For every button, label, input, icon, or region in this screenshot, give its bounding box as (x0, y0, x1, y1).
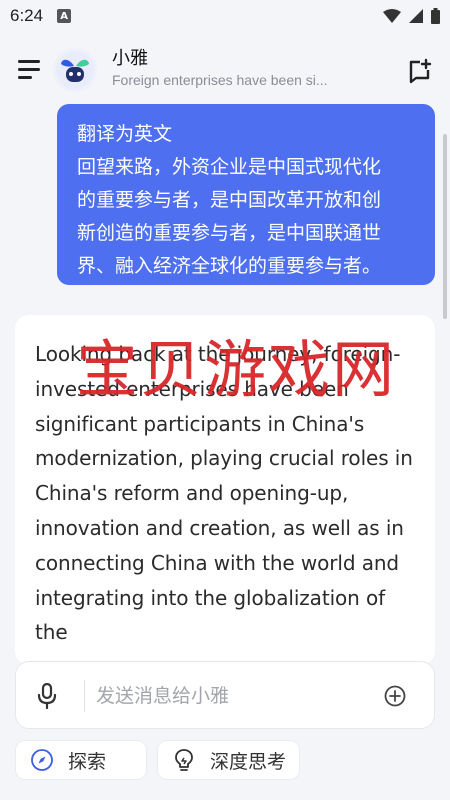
signal-icon (409, 9, 423, 23)
user-message-bubble[interactable]: 翻译为英文 回望来路，外资企业是中国式现代化 的重要参与者，是中国改革开放和创 … (57, 104, 435, 285)
chat-title: 小雅 (112, 48, 148, 69)
bot-avatar[interactable] (53, 48, 97, 92)
deep-think-button[interactable]: 深度思考 (157, 740, 300, 780)
message-input[interactable] (96, 680, 376, 712)
new-chat-icon[interactable] (406, 58, 432, 84)
menu-icon[interactable] (18, 60, 42, 80)
chat-scrollbar[interactable] (443, 134, 447, 319)
chat-screen: 6:24 A 小雅 Foreign enterprises have been … (0, 0, 450, 800)
lightbulb-icon (175, 749, 193, 771)
compass-icon (31, 749, 53, 771)
microphone-icon[interactable] (36, 683, 58, 709)
reply-line: significant participants in China's (35, 411, 365, 436)
status-icons (383, 8, 440, 24)
add-circle-icon[interactable] (384, 685, 406, 707)
battery-icon (431, 8, 440, 24)
reply-line: connecting China with the world and (35, 550, 400, 575)
chat-header: 小雅 Foreign enterprises have been si... (0, 40, 450, 104)
wifi-icon (383, 9, 401, 23)
notification-icon: A (57, 9, 72, 23)
user-message-line: 回望来路，外资企业是中国式现代化 (77, 156, 382, 178)
user-message-line: 新创造的重要参与者，是中国联通世 (77, 222, 382, 244)
user-message-line: 翻译为英文 (77, 123, 173, 145)
explore-button[interactable]: 探索 (15, 740, 147, 780)
reply-line: modernization, playing crucial roles in (35, 446, 413, 471)
chat-title-block: 小雅 Foreign enterprises have been si... (112, 48, 352, 90)
reply-line: innovation and creation, as well as in (35, 515, 404, 540)
user-message-line: 界、融入经济全球化的重要参与者。 (77, 255, 382, 277)
reply-line: integrating into the globalization of th… (35, 585, 386, 645)
watermark-text: 宝贝游戏网 (76, 333, 397, 406)
deep-think-label: 深度思考 (210, 750, 287, 773)
status-bar: 6:24 A (0, 0, 450, 32)
chat-subtitle: Foreign enterprises have been si... (112, 72, 328, 88)
explore-label: 探索 (68, 750, 107, 773)
composer-divider (84, 680, 85, 712)
reply-line: China's reform and opening-up, (35, 481, 349, 506)
message-composer (15, 661, 435, 729)
bot-avatar-icon (56, 51, 94, 89)
user-message-line: 的重要参与者，是中国改革开放和创 (77, 189, 382, 211)
status-time: 6:24 (10, 6, 44, 25)
